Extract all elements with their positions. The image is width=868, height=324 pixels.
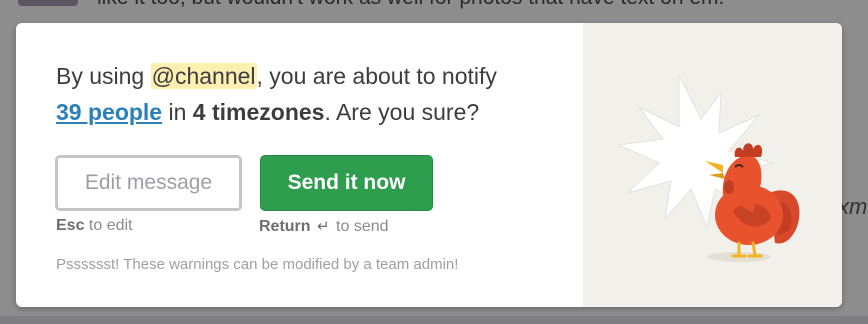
send-now-button[interactable]: Send it now xyxy=(260,155,433,211)
edit-message-button[interactable]: Edit message xyxy=(55,155,242,211)
background-side-text: xm xyxy=(838,194,868,219)
dialog-content: By using @channel, you are about to noti… xyxy=(16,23,583,307)
channel-mention: @channel xyxy=(150,63,257,89)
send-hint-text: to send xyxy=(331,218,389,235)
message-prefix: By using xyxy=(56,63,151,89)
message-middle: , you are about to notify xyxy=(256,63,497,89)
background-avatar xyxy=(18,0,78,6)
admin-note: Psssssst! These warnings can be modified… xyxy=(56,256,459,273)
timezones-count: 4 timezones xyxy=(192,99,325,125)
warning-message: By using @channel, you are about to noti… xyxy=(56,58,571,130)
send-hint: Return ↵ to send xyxy=(259,217,389,236)
rooster-wattle xyxy=(724,180,734,194)
message-suffix: . Are you sure? xyxy=(324,99,480,125)
return-icon: ↵ xyxy=(317,218,330,235)
rooster-crowing-icon xyxy=(617,74,800,262)
people-link[interactable]: 39 people xyxy=(56,99,162,125)
illustration-panel xyxy=(583,23,842,307)
edit-hint-text: to edit xyxy=(84,217,133,234)
rooster-comb xyxy=(734,143,763,157)
background-chat-text: like it too, but wouldn't work as well f… xyxy=(97,0,724,10)
edit-hint: Esc to edit xyxy=(56,217,133,235)
message-in-word: in xyxy=(162,99,193,125)
background-bottom-strip xyxy=(0,316,868,324)
esc-key-label: Esc xyxy=(56,217,85,234)
channel-warning-dialog: By using @channel, you are about to noti… xyxy=(16,23,842,307)
return-key-label: Return xyxy=(259,218,311,235)
